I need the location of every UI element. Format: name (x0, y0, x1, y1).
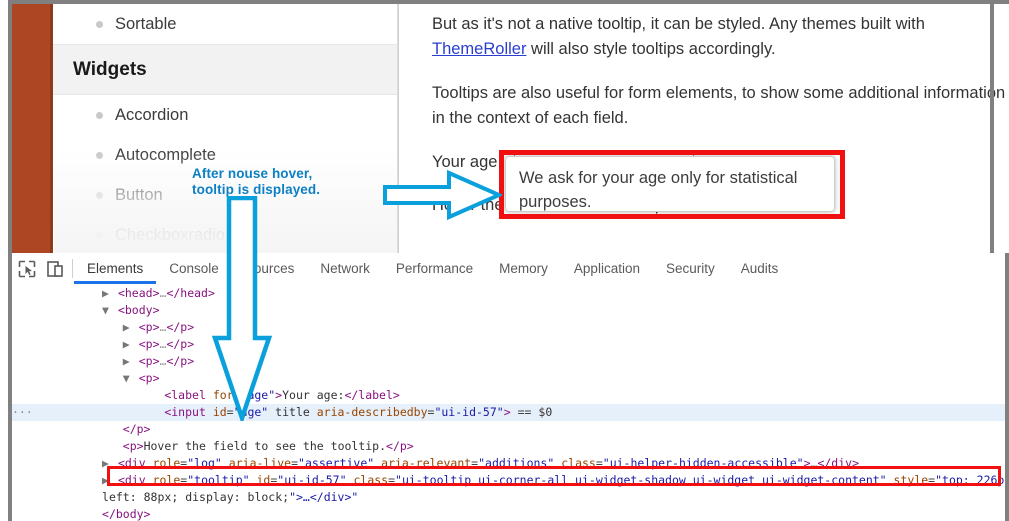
annotation-arrow-down-icon (211, 196, 273, 421)
sidebar-item-accordion[interactable]: Accordion (53, 95, 398, 135)
dom-tree-line[interactable]: <p>Hover the field to see the tooltip.</… (12, 438, 1005, 455)
selected-row-marker: ··· (12, 405, 33, 419)
annotation-callout: After nouse hover, tooltip is displayed. (192, 166, 320, 198)
sidebar-section-widgets: Widgets (53, 44, 398, 95)
bullet-icon (96, 112, 103, 119)
devtools-tabs: Elements Console Sources Network Perform… (74, 253, 791, 284)
dom-tree-line[interactable]: ▶ <p>…</p> (12, 319, 1005, 336)
tooltip-highlight-box (499, 150, 845, 219)
sidebar-item-sortable[interactable]: Sortable (53, 4, 398, 44)
tab-memory[interactable]: Memory (486, 253, 561, 284)
page-right-border (990, 0, 994, 253)
bullet-icon (96, 192, 103, 199)
paragraph-form-elements: Tooltips are also useful for form elemen… (432, 84, 1006, 127)
tab-audits[interactable]: Audits (728, 253, 792, 284)
dom-tree-line[interactable]: ▶ <head>…</head> (12, 285, 1005, 302)
dom-tree-line[interactable]: ▶ <p>…</p> (12, 353, 1005, 370)
tab-performance[interactable]: Performance (383, 253, 486, 284)
sidebar-item-label: Accordion (115, 106, 189, 124)
dom-tree-line[interactable]: </p> (12, 421, 1005, 438)
dom-tree-line[interactable]: <label for="age">Your age:</label> (12, 387, 1005, 404)
bullet-icon (96, 232, 103, 239)
screenshot-root: Sortable Widgets Accordion Autocomplete … (0, 0, 1009, 521)
tab-network[interactable]: Network (307, 253, 383, 284)
dom-tooltip-highlight-box (107, 466, 1001, 486)
dom-tree-line[interactable]: ▶ <p>…</p> (12, 336, 1005, 353)
dom-tree-line[interactable]: ▼ <p> (12, 370, 1005, 387)
inspect-element-icon[interactable] (18, 260, 36, 278)
dom-tree-line[interactable]: left: 88px; display: block;">…</div>" (12, 489, 1005, 506)
devtools-right-border (1005, 253, 1009, 521)
paragraph1-text-after: will also style tooltips accordingly. (526, 40, 776, 58)
bullet-icon (96, 21, 103, 28)
paragraph1-text-before: But as it's not a native tooltip, it can… (432, 15, 925, 33)
themeroller-link[interactable]: ThemeRoller (432, 40, 526, 58)
sidebar-item-label: Autocomplete (115, 146, 216, 164)
toolbar-separator (72, 259, 73, 278)
orange-rail (12, 4, 53, 253)
annotation-arrow-right-icon (383, 169, 502, 221)
devtools-toolbar: Elements Console Sources Network Perform… (12, 253, 1005, 285)
dom-tree-line[interactable]: ··· <input id="age" title aria-described… (12, 404, 1005, 421)
toggle-device-toolbar-icon[interactable] (46, 260, 64, 278)
sidebar-item-label: Sortable (115, 15, 177, 33)
tab-application[interactable]: Application (561, 253, 653, 284)
dom-tree-line[interactable]: </body> (12, 506, 1005, 521)
paragraph-styled-tooltip: But as it's not a native tooltip, it can… (432, 12, 1009, 62)
callout-line-1: After nouse hover, (192, 166, 313, 181)
bullet-icon (96, 152, 103, 159)
dom-tree-line[interactable]: ▼ <body> (12, 302, 1005, 319)
tab-elements[interactable]: Elements (74, 253, 157, 284)
sidebar-item-label: Button (115, 186, 163, 204)
tab-security[interactable]: Security (653, 253, 728, 284)
